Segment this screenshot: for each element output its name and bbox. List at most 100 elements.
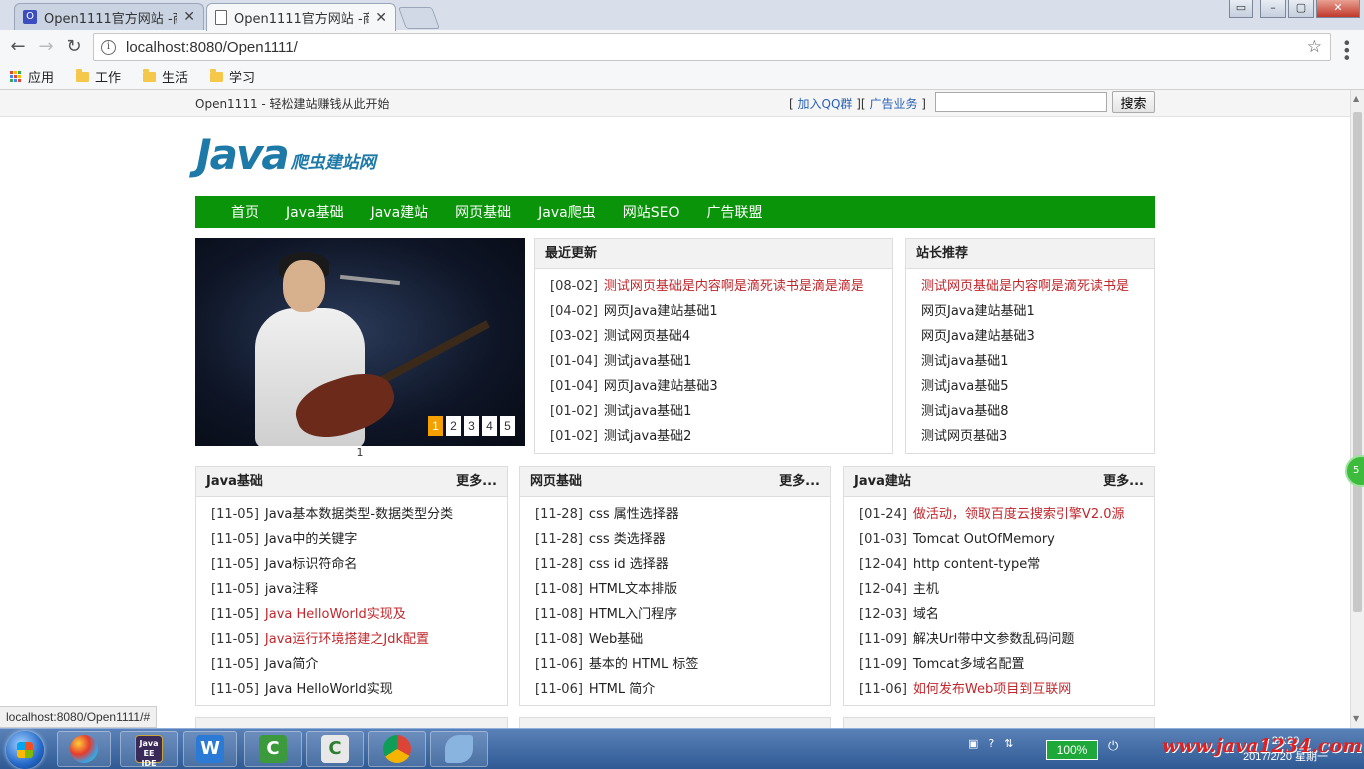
list-item[interactable]: [01-02] 测试java基础1: [550, 399, 892, 424]
nav-java-crawler[interactable]: Java爬虫: [538, 202, 596, 222]
list-item[interactable]: [12-04] 主机: [859, 577, 1154, 602]
nav-java-site[interactable]: Java建站: [371, 202, 429, 222]
list-item[interactable]: [11-28] css id 选择器: [535, 552, 830, 577]
list-item[interactable]: 测试java基础8: [921, 399, 1154, 424]
slider-page-4[interactable]: 4: [482, 416, 497, 436]
list-item[interactable]: [11-28] css 属性选择器: [535, 502, 830, 527]
list-item[interactable]: 网页Java建站基础1: [921, 299, 1154, 324]
item-link[interactable]: 测试java基础2: [604, 429, 692, 444]
list-item[interactable]: [04-02] 网页Java建站基础1: [550, 299, 892, 324]
list-item[interactable]: [01-03] Tomcat OutOfMemory: [859, 527, 1154, 552]
item-link[interactable]: 做活动，领取百度云搜索引擎V2.0源: [913, 507, 1125, 522]
taskbar-app-7[interactable]: [430, 731, 488, 767]
item-link[interactable]: Tomcat OutOfMemory: [913, 532, 1055, 547]
item-link[interactable]: Java标识符命名: [265, 557, 357, 572]
list-item[interactable]: [03-02] 测试网页基础4: [550, 324, 892, 349]
new-tab-button[interactable]: [397, 7, 441, 29]
user-icon[interactable]: ▭: [1229, 0, 1253, 18]
item-link[interactable]: 测试java基础8: [921, 404, 1009, 419]
list-item[interactable]: [11-09] Tomcat多域名配置: [859, 652, 1154, 677]
bookmark-folder-work[interactable]: 工作: [76, 67, 121, 86]
list-item[interactable]: 测试java基础1: [921, 349, 1154, 374]
ad-business-link[interactable]: 广告业务: [869, 97, 917, 111]
more-link[interactable]: 更多...: [779, 467, 820, 496]
list-item[interactable]: [11-08] Web基础: [535, 627, 830, 652]
nav-java-basics[interactable]: Java基础: [286, 202, 344, 222]
item-link[interactable]: Java中的关键字: [265, 532, 357, 547]
slider-page-5[interactable]: 5: [500, 416, 515, 436]
list-item[interactable]: 测试网页基础是内容啊是滴死读书是: [921, 274, 1154, 299]
item-link[interactable]: Web基础: [589, 632, 643, 647]
forward-arrow-icon[interactable]: →: [35, 36, 57, 58]
minimize-icon[interactable]: –: [1260, 0, 1286, 18]
tray-window-icon[interactable]: ▣: [968, 737, 978, 750]
chrome-menu-icon[interactable]: •••: [1337, 38, 1356, 60]
taskbar-app-3[interactable]: W: [183, 731, 237, 767]
bookmark-folder-study[interactable]: 学习: [210, 67, 255, 86]
list-item[interactable]: 网页Java建站基础3: [921, 324, 1154, 349]
list-item[interactable]: [11-09] 解决Url带中文参数乱码问题: [859, 627, 1154, 652]
close-tab-icon[interactable]: ✕: [183, 9, 195, 25]
list-item[interactable]: 测试网页基础3: [921, 424, 1154, 449]
list-item[interactable]: [11-05] Java HelloWorld实现: [211, 677, 507, 702]
bookmark-star-icon[interactable]: ☆: [1307, 37, 1322, 57]
reload-icon[interactable]: ↻: [63, 36, 85, 58]
item-link[interactable]: 测试网页基础4: [604, 329, 690, 344]
list-item[interactable]: [01-04] 测试java基础1: [550, 349, 892, 374]
list-item[interactable]: [11-05] Java HelloWorld实现及: [211, 602, 507, 627]
list-item[interactable]: [11-05] Java运行环境搭建之Jdk配置: [211, 627, 507, 652]
item-link[interactable]: 网页Java建站基础3: [921, 329, 1035, 344]
url-input[interactable]: [124, 37, 1307, 57]
item-link[interactable]: css id 选择器: [589, 557, 669, 572]
list-item[interactable]: [11-08] HTML文本排版: [535, 577, 830, 602]
list-item[interactable]: [11-08] HTML入门程序: [535, 602, 830, 627]
scroll-down-icon[interactable]: ▼: [1353, 714, 1359, 723]
item-link[interactable]: Java HelloWorld实现及: [265, 607, 406, 622]
item-link[interactable]: 如何发布Web项目到互联网: [913, 682, 1071, 697]
item-link[interactable]: css 类选择器: [589, 532, 666, 547]
join-qq-group-link[interactable]: 加入QQ群: [798, 97, 853, 111]
item-link[interactable]: HTML 简介: [589, 682, 655, 697]
tray-arrows-icon[interactable]: ⇅: [1004, 737, 1013, 750]
item-link[interactable]: 解决Url带中文参数乱码问题: [913, 632, 1074, 647]
item-link[interactable]: 测试网页基础是内容啊是滴死读书是: [921, 279, 1129, 294]
close-tab-icon[interactable]: ✕: [375, 10, 387, 26]
item-link[interactable]: css 属性选择器: [589, 507, 679, 522]
close-window-icon[interactable]: ✕: [1316, 0, 1360, 18]
bookmark-apps[interactable]: 应用: [0, 67, 54, 86]
image-slider[interactable]: 1 2 3 4 5: [195, 238, 525, 446]
item-link[interactable]: 测试java基础1: [604, 354, 692, 369]
nav-seo[interactable]: 网站SEO: [623, 202, 680, 222]
list-item[interactable]: [11-06] HTML 简介: [535, 677, 830, 702]
bookmark-folder-life[interactable]: 生活: [143, 67, 188, 86]
item-link[interactable]: 测试java基础1: [921, 354, 1009, 369]
browser-tab-1[interactable]: O Open1111官方网站 -商 ✕: [14, 3, 204, 30]
item-link[interactable]: Java运行环境搭建之Jdk配置: [265, 632, 429, 647]
search-button[interactable]: 搜索: [1112, 91, 1155, 113]
item-link[interactable]: http content-type常: [913, 557, 1040, 572]
item-link[interactable]: HTML文本排版: [589, 582, 677, 597]
item-link[interactable]: Java基本数据类型-数据类型分类: [265, 507, 453, 522]
info-icon[interactable]: i: [101, 39, 116, 55]
site-search-input[interactable]: [935, 92, 1107, 112]
item-link[interactable]: 域名: [913, 607, 939, 622]
browser-tab-2[interactable]: Open1111官方网站 -商 ✕: [206, 3, 396, 31]
taskbar-app-6[interactable]: [368, 731, 426, 767]
scroll-thumb[interactable]: [1353, 112, 1362, 612]
taskbar-app-5[interactable]: C: [306, 731, 364, 767]
item-link[interactable]: Java简介: [265, 657, 318, 672]
help-icon[interactable]: ?: [988, 737, 994, 750]
list-item[interactable]: [12-04] http content-type常: [859, 552, 1154, 577]
list-item[interactable]: [12-03] 域名: [859, 602, 1154, 627]
back-arrow-icon[interactable]: ←: [7, 36, 29, 58]
list-item[interactable]: 测试java基础5: [921, 374, 1154, 399]
item-link[interactable]: 主机: [913, 582, 939, 597]
list-item[interactable]: [11-05] java注释: [211, 577, 507, 602]
list-item[interactable]: [11-05] Java标识符命名: [211, 552, 507, 577]
list-item[interactable]: [08-02] 测试网页基础是内容啊是滴死读书是滴是滴是: [550, 274, 892, 299]
scroll-up-icon[interactable]: ▲: [1353, 94, 1359, 103]
item-link[interactable]: 网页Java建站基础1: [921, 304, 1035, 319]
item-link[interactable]: 网页Java建站基础3: [604, 379, 718, 394]
more-link[interactable]: 更多...: [1103, 467, 1144, 496]
slider-page-1[interactable]: 1: [428, 416, 443, 436]
